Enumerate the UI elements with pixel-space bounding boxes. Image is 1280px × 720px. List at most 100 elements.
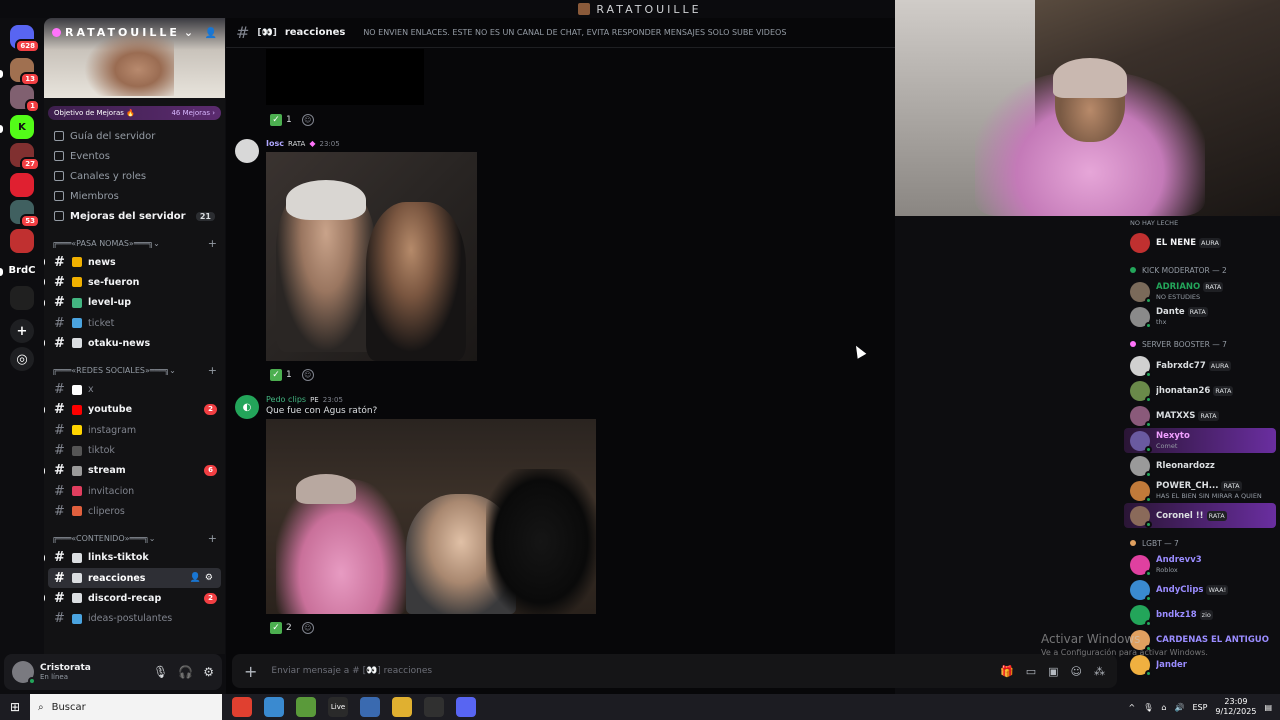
channel-item-instagram[interactable]: # instagram xyxy=(44,420,225,440)
member-item[interactable]: Fabrxdc77 AURA xyxy=(1120,353,1280,378)
member-item[interactable]: Andrevv3 Roblox xyxy=(1120,552,1280,577)
windows-start-icon[interactable]: ⊞ xyxy=(0,694,30,720)
create-channel-icon[interactable]: + xyxy=(208,364,217,377)
message-composer[interactable]: + Enviar mensaje a # [👀] reacciones 🎁 ▭ … xyxy=(232,654,1117,688)
add-server-icon[interactable]: + xyxy=(10,319,34,343)
explorer-icon[interactable] xyxy=(392,697,412,717)
gift-icon[interactable]: 🎁 xyxy=(1000,665,1014,678)
member-item[interactable]: Rleonardozz xyxy=(1120,453,1280,478)
server-icon-discord-home[interactable]: 628 xyxy=(10,25,40,53)
server-icon-server-7[interactable] xyxy=(10,286,34,310)
channel-item-discord-recap[interactable]: # discord-recap 2 xyxy=(44,588,225,608)
channel-category[interactable]: ╔═══«PASA NOMAS»═══╗ ⌄ + xyxy=(44,234,225,252)
microphone-icon[interactable]: 🎙 xyxy=(1143,703,1153,712)
channel-item-level-up[interactable]: # level-up xyxy=(44,293,225,313)
volume-icon[interactable]: 🔊 xyxy=(1174,703,1184,712)
taskbar-search[interactable]: ⌕ Buscar xyxy=(30,694,222,720)
avatar[interactable] xyxy=(12,661,36,685)
discover-icon[interactable]: ◎ xyxy=(10,347,34,371)
checkmark-reaction-icon[interactable]: ✓ xyxy=(270,622,282,634)
create-channel-icon[interactable]: + xyxy=(208,237,217,250)
server-nav-item[interactable]: Miembros xyxy=(44,186,225,206)
emoji-icon[interactable]: ☺ xyxy=(1071,665,1082,678)
apps-icon[interactable]: ⁂ xyxy=(1094,665,1105,678)
member-item[interactable]: bndkz18 zio xyxy=(1120,602,1280,627)
server-icon-server-1[interactable]: 13 xyxy=(10,58,40,86)
channel-item-se-fueron[interactable]: # se-fueron xyxy=(44,272,225,292)
server-nav-item[interactable]: Mejoras del servidor 21 xyxy=(44,206,225,226)
server-icon-server-2[interactable]: 1 xyxy=(10,85,40,113)
channel-item-stream[interactable]: # stream 6 xyxy=(44,461,225,481)
channel-item-invitacion[interactable]: # invitacion xyxy=(44,481,225,501)
previous-attachment[interactable] xyxy=(266,49,424,105)
member-item[interactable]: POWER_CH... RATA HAS EL BIEN SIN MIRAR A Q… xyxy=(1120,478,1280,503)
member-item[interactable]: jhonatan26 RATA xyxy=(1120,378,1280,403)
server-nav-item[interactable]: Canales y roles xyxy=(44,166,225,186)
boost-goal-bar[interactable]: Objetivo de Mejoras 🔥 46 Mejoras › xyxy=(48,106,221,120)
member-item[interactable]: MATXXS RATA xyxy=(1120,403,1280,428)
copilot-icon[interactable] xyxy=(264,697,284,717)
live-icon[interactable]: Live xyxy=(328,697,348,717)
server-icon-server-4[interactable] xyxy=(10,173,34,197)
member-item[interactable]: Dante RATA thx xyxy=(1120,304,1280,329)
channel-category[interactable]: ╔═══«CONTENIDO»═══╗ ⌄ + xyxy=(44,530,225,548)
invite-icon[interactable]: 👤 xyxy=(190,573,201,583)
server-icon-kick[interactable]: K xyxy=(10,115,34,139)
channel-item-news[interactable]: # news xyxy=(44,252,225,272)
add-attachment-icon[interactable]: + xyxy=(244,662,257,681)
network-icon[interactable]: ⌂ xyxy=(1161,703,1166,712)
message-image[interactable] xyxy=(266,419,596,614)
invite-icon[interactable]: 👤 xyxy=(205,28,217,39)
discord-icon[interactable] xyxy=(456,697,476,717)
member-item[interactable]: ADRIANO RATA NO ESTUDIES xyxy=(1120,279,1280,304)
channel-item-ideas-postulantes[interactable]: # ideas-postulantes xyxy=(44,608,225,628)
gif-icon[interactable]: ▭ xyxy=(1026,665,1036,678)
channel-item-x[interactable]: # x xyxy=(44,379,225,399)
channel-item-cliperos[interactable]: # cliperos xyxy=(44,501,225,521)
member-item[interactable]: Nexyto Comet xyxy=(1124,428,1276,453)
notepad-icon[interactable] xyxy=(360,697,380,717)
sticker-icon[interactable]: ▣ xyxy=(1048,665,1058,678)
server-icon-server-6[interactable] xyxy=(10,229,34,253)
server-banner[interactable]: RATATOUILLE ⌄ 👤 xyxy=(44,18,225,98)
avatar[interactable]: ◐ xyxy=(235,395,259,419)
channel-item-otaku-news[interactable]: # otaku-news xyxy=(44,333,225,353)
server-name[interactable]: RATATOUILLE ⌄ xyxy=(52,26,196,39)
member-item[interactable]: EL NENE AURA xyxy=(1120,230,1280,255)
member-item[interactable]: Coronel !! RATA xyxy=(1124,503,1276,528)
channel-item-tiktok[interactable]: # tiktok xyxy=(44,440,225,460)
gear-icon[interactable]: ⚙ xyxy=(205,573,213,583)
app-3-icon[interactable] xyxy=(296,697,316,717)
headphones-icon[interactable]: 🎧 xyxy=(178,665,193,679)
channel-category[interactable]: ╔═══«REDES SOCIALES»═══╗ ⌄ + xyxy=(44,361,225,379)
notifications-icon[interactable]: ▤ xyxy=(1264,703,1272,712)
checkmark-reaction-icon[interactable]: ✓ xyxy=(270,114,282,126)
member-item[interactable]: NO HAY LECHE xyxy=(1120,216,1280,230)
channel-item-reacciones[interactable]: # reacciones 👤 ⚙ xyxy=(48,567,221,589)
message-author[interactable]: Pedo clips xyxy=(266,395,306,404)
chrome-icon[interactable] xyxy=(232,697,252,717)
chevron-up-icon[interactable]: ^ xyxy=(1129,703,1136,712)
checkmark-reaction-icon[interactable]: ✓ xyxy=(270,369,282,381)
member-item[interactable]: AndyClips WAA! xyxy=(1120,577,1280,602)
message-input[interactable]: Enviar mensaje a # [👀] reacciones xyxy=(271,666,432,676)
add-reaction-icon[interactable]: ☺ xyxy=(301,369,314,381)
server-icon-server-3[interactable]: 27 xyxy=(10,143,40,171)
add-reaction-icon[interactable]: ☺ xyxy=(301,114,314,126)
server-nav-item[interactable]: Guía del servidor xyxy=(44,126,225,146)
create-channel-icon[interactable]: + xyxy=(208,532,217,545)
gear-icon[interactable]: ⚙ xyxy=(203,665,214,679)
channel-item-ticket[interactable]: # ticket xyxy=(44,313,225,333)
message-author[interactable]: Iosc xyxy=(266,139,284,148)
obs-icon[interactable] xyxy=(424,697,444,717)
clock[interactable]: 23:09 9/12/2025 xyxy=(1215,697,1256,717)
server-nav-item[interactable]: Eventos xyxy=(44,146,225,166)
channel-topic[interactable]: NO ENVIEN ENLACES. ESTE NO ES UN CANAL D… xyxy=(363,28,786,37)
message-image[interactable] xyxy=(266,152,477,361)
language-indicator[interactable]: ESP xyxy=(1192,703,1207,712)
microphone-icon[interactable]: 🎙 xyxy=(153,665,168,679)
channel-item-youtube[interactable]: # youtube 2 xyxy=(44,400,225,420)
channel-item-links-tiktok[interactable]: # links-tiktok xyxy=(44,548,225,568)
add-reaction-icon[interactable]: ☺ xyxy=(301,622,314,634)
server-icon-server-5[interactable]: 53 xyxy=(10,200,40,228)
